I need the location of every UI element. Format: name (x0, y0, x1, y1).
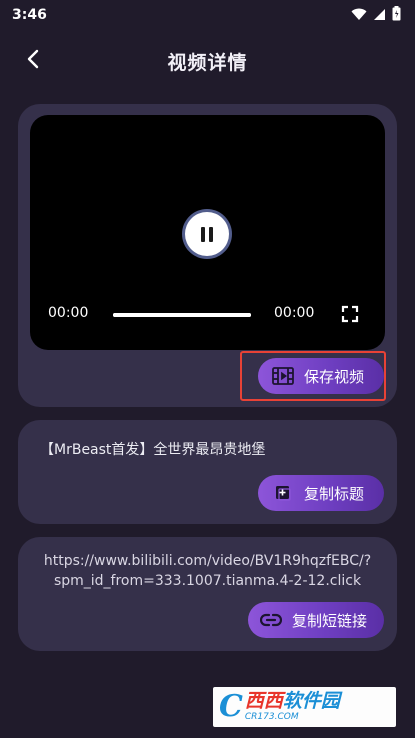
signal-icon (373, 6, 386, 25)
progress-fill (113, 313, 251, 317)
video-player[interactable]: 00:00 00:00 (30, 115, 385, 350)
watermark-logo: C 西西软件园 CR173.COM (213, 687, 396, 727)
current-time: 00:00 (48, 305, 89, 321)
watermark-brand: 西西软件园 (245, 692, 340, 711)
link-card: https://www.bilibili.com/video/BV1R9hqzf… (18, 537, 397, 651)
app-header: 视频详情 (0, 40, 415, 82)
watermark-text: 西西软件园 CR173.COM (245, 692, 340, 722)
status-icons (351, 5, 401, 25)
copy-title-button[interactable]: 复制标题 (258, 475, 384, 511)
watermark-brand-left: 西西 (244, 690, 283, 712)
page-title: 视频详情 (167, 52, 248, 74)
total-time: 00:00 (274, 305, 315, 321)
status-bar: 3:46 (0, 0, 415, 30)
fullscreen-icon (340, 305, 360, 328)
save-video-button[interactable]: 保存视频 (258, 358, 384, 394)
copy-link-label: 复制短链接 (292, 611, 368, 630)
progress-bar[interactable] (113, 313, 251, 317)
video-title: 【MrBeast首发】全世界最昂贵地堡 (40, 442, 266, 458)
copy-title-label: 复制标题 (304, 484, 365, 503)
video-url: https://www.bilibili.com/video/BV1R9hqzf… (43, 553, 372, 589)
title-card: 【MrBeast首发】全世界最昂贵地堡 复制标题 (18, 420, 397, 524)
watermark-domain: CR173.COM (244, 712, 299, 722)
link-icon (260, 609, 282, 631)
film-icon (272, 365, 294, 387)
watermark-brand-right: 软件园 (282, 690, 340, 712)
pause-icon (199, 226, 215, 242)
status-time: 3:46 (12, 7, 47, 23)
pause-button[interactable] (185, 212, 229, 256)
fullscreen-button[interactable] (340, 304, 360, 324)
add-copy-icon (272, 482, 294, 504)
wifi-icon (351, 6, 367, 25)
save-video-label: 保存视频 (304, 367, 365, 386)
watermark-logo-letter: C (219, 689, 243, 724)
copy-link-button[interactable]: 复制短链接 (248, 602, 384, 638)
battery-icon (392, 5, 401, 25)
video-card: 00:00 00:00 保存视频 (18, 104, 397, 407)
